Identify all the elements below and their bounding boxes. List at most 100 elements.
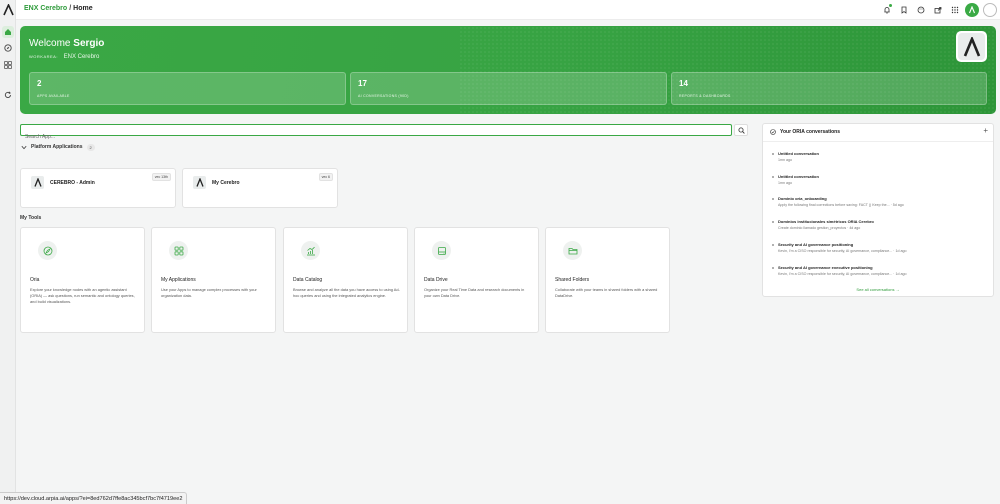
bullet-icon [772, 267, 774, 269]
tool-card-oria[interactable]: Oria Explore your knowledge nodes with a… [20, 227, 145, 333]
workarea-label: WORKAREA: [29, 54, 58, 59]
grid-icon [169, 241, 188, 260]
user-name: Sergio [73, 38, 105, 49]
stat-label: REPORTS & DASHBOARDS [679, 94, 731, 98]
drive-icon [432, 241, 451, 260]
see-all-conversations-link[interactable]: See all conversations → [763, 287, 993, 292]
conversation-meta: Create dominio llamado gestion_proyectos… [778, 226, 861, 230]
conversations-title: Your ORIA conversations [780, 129, 841, 135]
search-button[interactable] [734, 124, 748, 136]
refresh-icon[interactable] [2, 89, 14, 101]
app-version-badge: vec 13th [151, 173, 171, 181]
left-rail [0, 0, 16, 504]
status-bar-url: https://dev.cloud.arpia.ai/apps/?ei=8ed7… [0, 492, 188, 504]
conversation-meta: Kevin, I'm a CISO responsible for securi… [778, 249, 907, 253]
app-card-my-cerebro[interactable]: My Cerebro vec 6 [182, 168, 338, 208]
chart-icon [301, 241, 320, 260]
breadcrumb: ENX Cerebro / Home [24, 5, 93, 12]
tool-name: Data Catalog [293, 277, 323, 283]
tool-name: Data Drive [424, 277, 448, 283]
compass-icon [38, 241, 57, 260]
conversation-meta: Apply the following final corrections be… [778, 203, 904, 207]
divider [763, 141, 993, 142]
welcome-prefix: Welcome [29, 38, 71, 49]
bullet-icon [772, 198, 774, 200]
search-input[interactable] [21, 132, 731, 142]
bullet-icon [772, 244, 774, 246]
conversations-header: Your ORIA conversations [770, 129, 840, 135]
tool-description: Organize your Real Time Data and researc… [424, 287, 525, 299]
platform-applications-header[interactable]: Platform Applications 2 [21, 143, 95, 151]
conversation-title: Dominios institucionales simétricos ORIA… [778, 219, 874, 224]
stat-label: AI CONVERSATIONS (90D) [358, 94, 409, 98]
oria-conversations-panel: Your ORIA conversations + Untitled conve… [762, 123, 994, 297]
breadcrumb-org[interactable]: ENX Cerebro [24, 5, 67, 12]
arpia-logo-icon[interactable] [3, 4, 14, 16]
profile-circle[interactable] [983, 3, 997, 17]
apps-launcher-icon[interactable] [948, 4, 961, 17]
workarea-logo [956, 31, 987, 62]
conversation-meta: 1mn ago [778, 158, 792, 162]
tool-card-shared-folders[interactable]: Shared Folders Collaborate with your tea… [545, 227, 670, 333]
arpia-logo-large-icon [963, 36, 980, 56]
new-conversation-plus-icon[interactable]: + [983, 127, 988, 135]
conversation-meta: Kevin, I'm a CISO responsible for securi… [778, 272, 907, 276]
workarea-value: ENX Cerebro [63, 54, 100, 60]
breadcrumb-separator: / [69, 5, 72, 12]
conversation-title: Dominio oria_onboarding [778, 196, 827, 201]
tool-description: Explore your knowledge nodes with an age… [30, 287, 135, 305]
tool-name: Shared Folders [555, 277, 590, 283]
chevron-down-icon[interactable] [21, 145, 27, 150]
bookmark-icon[interactable] [897, 4, 910, 17]
app-card-cerebro-admin[interactable]: CEREBRO - Admin vec 13th [20, 168, 176, 208]
app-logo-icon [193, 176, 206, 189]
breadcrumb-page: Home [73, 5, 93, 12]
app-version-badge: vec 6 [318, 173, 333, 181]
welcome-banner: Welcome Sergio WORKAREA: ENX Cerebro 2 A… [20, 26, 996, 114]
conversation-title: Untitled conversation [778, 151, 819, 156]
stat-value: 14 [679, 79, 688, 88]
notification-dot [889, 3, 892, 7]
conversation-title: Security and AI governance executive pos… [778, 265, 873, 270]
stat-apps-available[interactable]: 2 APPS AVAILABLE [29, 72, 346, 105]
conversation-meta: 1mn ago [778, 181, 792, 185]
user-avatar[interactable] [965, 3, 979, 17]
arpia-avatar-icon [968, 6, 976, 14]
stat-reports-dashboards[interactable]: 14 REPORTS & DASHBOARDS [671, 72, 987, 105]
my-tools-title: My Tools [20, 215, 42, 221]
search-icon [738, 127, 745, 134]
topbar-actions [880, 3, 997, 17]
stat-ai-conversations[interactable]: 17 AI CONVERSATIONS (90D) [350, 72, 667, 105]
workarea: WORKAREA: ENX Cerebro [29, 54, 99, 60]
tool-card-data-drive[interactable]: Data Drive Organize your Real Time Data … [414, 227, 539, 333]
app-logo-icon [31, 176, 44, 189]
folder-icon [563, 241, 582, 260]
share-icon[interactable] [931, 4, 944, 17]
tool-card-data-catalog[interactable]: Data Catalog Browse and analyze all the … [283, 227, 408, 333]
bullet-icon [772, 176, 774, 178]
home-icon[interactable] [2, 26, 14, 38]
top-bar: ENX Cerebro / Home [16, 0, 1000, 20]
tool-description: Collaborate with your teams in shared fo… [555, 287, 658, 299]
conversation-title: Untitled conversation [778, 174, 819, 179]
stat-label: APPS AVAILABLE [37, 94, 70, 98]
welcome-title: Welcome Sergio [29, 38, 104, 49]
tool-name: Oria [30, 277, 40, 283]
chat-check-icon [770, 129, 776, 135]
conversation-title: Security and AI governance positioning [778, 242, 854, 247]
tool-name: My Applications [161, 277, 196, 283]
count-badge: 2 [86, 143, 95, 151]
stat-value: 17 [358, 79, 367, 88]
palette-icon[interactable] [914, 4, 927, 17]
stat-value: 2 [37, 79, 42, 88]
tool-description: Browse and analyze all the data you have… [293, 287, 400, 299]
bell-icon[interactable] [880, 3, 893, 17]
search-app-field[interactable] [20, 124, 732, 142]
tool-card-my-applications[interactable]: My Applications Use your Apps to manage … [151, 227, 276, 333]
apps-grid-icon[interactable] [2, 59, 14, 71]
tool-description: Use your Apps to manage complex processe… [161, 287, 257, 299]
section-title: Platform Applications [31, 144, 83, 150]
bullet-icon [772, 153, 774, 155]
compass-nav-icon[interactable] [2, 42, 14, 54]
bullet-icon [772, 221, 774, 223]
